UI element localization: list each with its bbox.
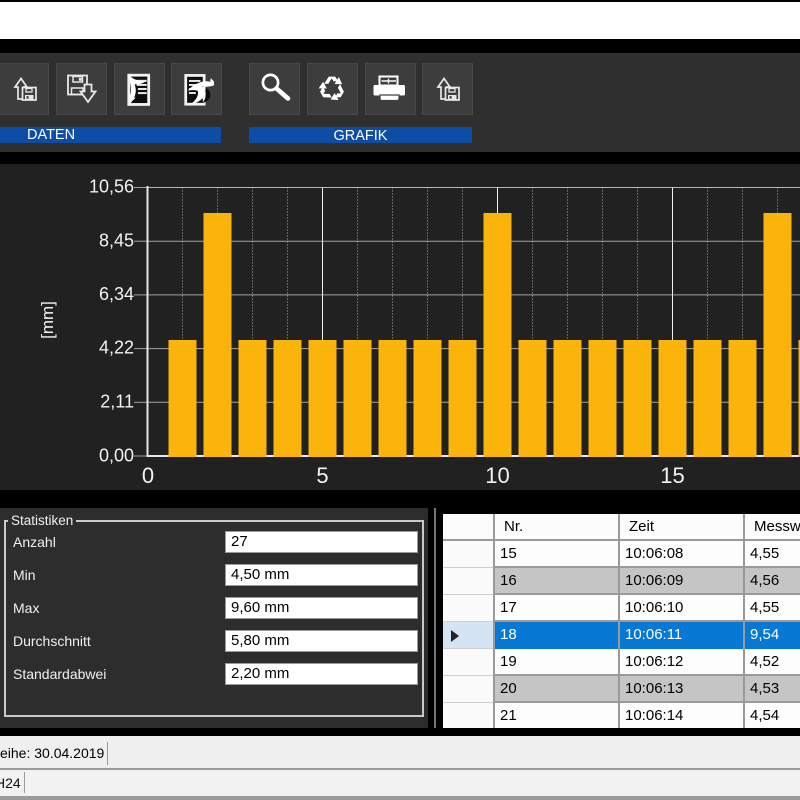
- svg-text:6,34: 6,34: [99, 284, 134, 304]
- svg-text:10,56: 10,56: [89, 177, 134, 197]
- svg-text:0,00: 0,00: [99, 446, 134, 466]
- svg-text:2,11: 2,11: [100, 392, 134, 412]
- svg-text:4,22: 4,22: [99, 338, 134, 358]
- svg-text:5: 5: [316, 463, 328, 488]
- svg-text:[mm]: [mm]: [38, 301, 57, 339]
- svg-text:8,45: 8,45: [99, 231, 134, 251]
- svg-text:0: 0: [142, 463, 154, 488]
- svg-text:10: 10: [485, 463, 509, 488]
- svg-text:15: 15: [660, 463, 684, 488]
